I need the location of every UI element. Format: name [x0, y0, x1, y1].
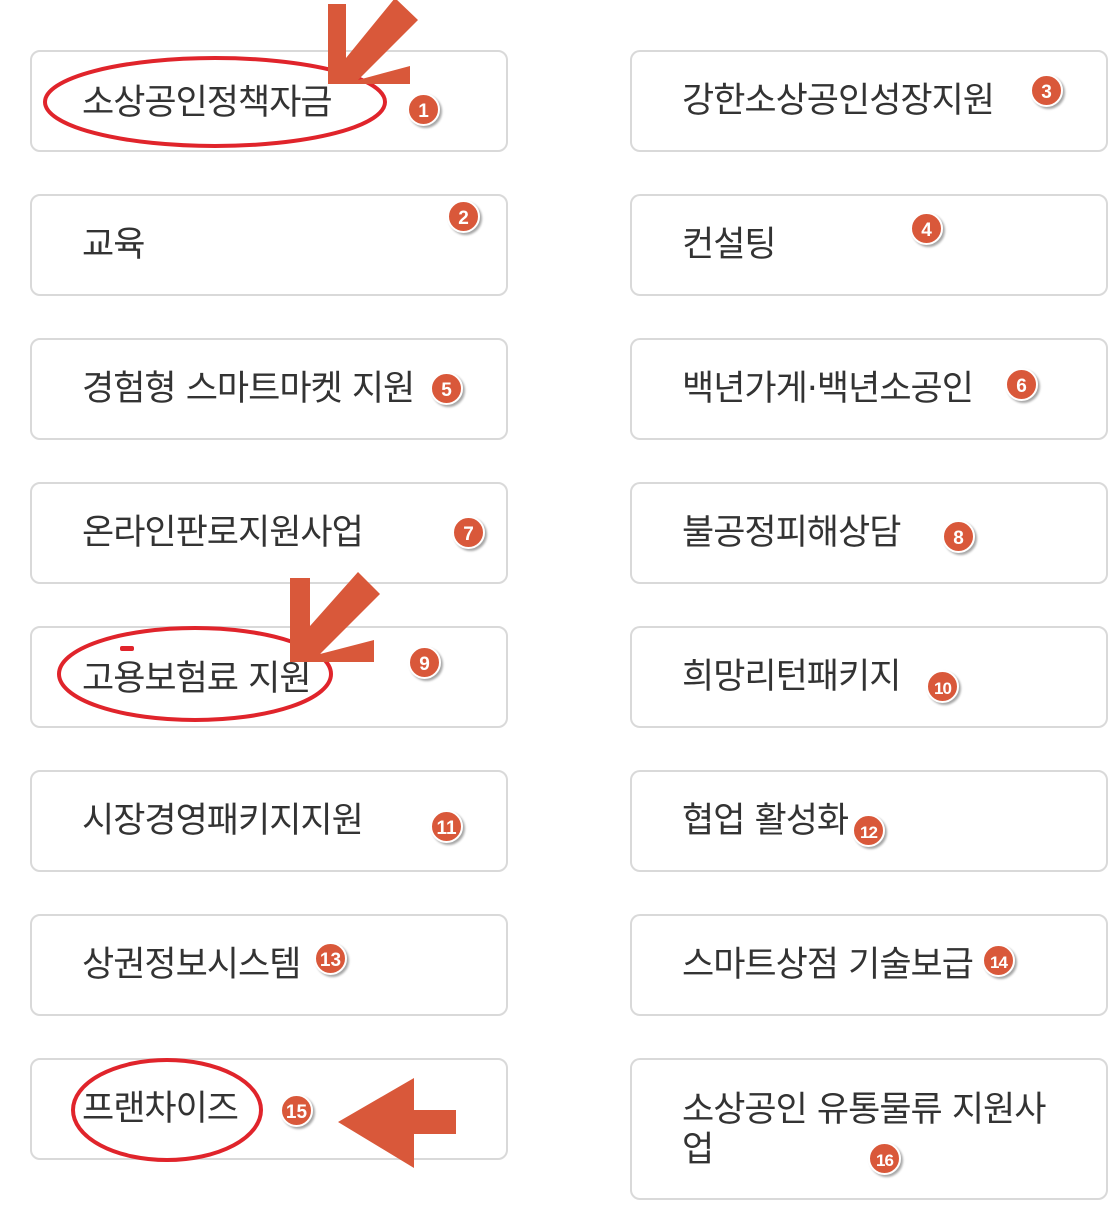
number-badge: 14 — [982, 944, 1015, 977]
number-badge: 6 — [1005, 368, 1038, 401]
menu-item-label: 백년가게·백년소공인 — [682, 369, 974, 409]
menu-item-consulting[interactable]: 컨설팅 4 — [630, 194, 1108, 296]
menu-item-label: 경험형 스마트마켓 지원 — [82, 369, 415, 409]
menu-item-experience-smart-market[interactable]: 경험형 스마트마켓 지원 5 — [30, 338, 508, 440]
number-badge: 4 — [910, 212, 943, 245]
menu-item-strong-business-growth[interactable]: 강한소상공인성장지원 3 — [630, 50, 1108, 152]
number-badge: 15 — [280, 1094, 313, 1127]
menu-item-label: 교육 — [82, 225, 145, 265]
menu-item-label: 상권정보시스템 — [82, 945, 301, 985]
menu-item-market-management[interactable]: 시장경영패키지지원 11 — [30, 770, 508, 872]
menu-item-employment-insurance[interactable]: 고용보험료 지원 9 — [30, 626, 508, 728]
number-badge: 1 — [407, 93, 440, 126]
menu-item-cooperation[interactable]: 협업 활성화 12 — [630, 770, 1108, 872]
menu-item-label: 프랜차이즈 — [82, 1089, 239, 1129]
number-badge: 5 — [430, 372, 463, 405]
menu-item-label: 온라인판로지원사업 — [82, 513, 364, 553]
menu-item-label: 불공정피해상담 — [682, 513, 901, 553]
menu-item-education[interactable]: 교육 2 — [30, 194, 508, 296]
menu-item-centennial-store[interactable]: 백년가게·백년소공인 6 — [630, 338, 1108, 440]
menu-item-label: 시장경영패키지지원 — [82, 801, 364, 841]
menu-item-label: 협업 활성화 — [682, 801, 849, 841]
menu-item-commercial-info[interactable]: 상권정보시스템 13 — [30, 914, 508, 1016]
number-badge: 3 — [1030, 74, 1063, 107]
number-badge: 11 — [430, 810, 463, 843]
number-badge: 10 — [926, 670, 959, 703]
menu-item-unfair-damage-consult[interactable]: 불공정피해상담 8 — [630, 482, 1108, 584]
number-badge: 13 — [314, 942, 347, 975]
menu-item-distribution-logistics[interactable]: 소상공인 유통물류 지원사업 16 — [630, 1058, 1108, 1200]
menu-item-label: 소상공인정책자금 — [82, 83, 333, 123]
menu-item-label: 스마트상점 기술보급 — [682, 945, 974, 985]
number-badge: 12 — [852, 814, 885, 847]
number-badge: 7 — [452, 516, 485, 549]
menu-item-policy-fund[interactable]: 소상공인정책자금 1 — [30, 50, 508, 152]
menu-item-label: 컨설팅 — [682, 225, 777, 265]
annotation-overlay — [43, 0, 456, 1168]
number-badge: 8 — [942, 520, 975, 553]
menu-item-hope-return-package[interactable]: 희망리턴패키지 10 — [630, 626, 1108, 728]
number-badge: 2 — [447, 200, 480, 233]
number-badge: 16 — [868, 1142, 901, 1175]
menu-item-label: 소상공인 유통물류 지원사업 — [682, 1090, 1046, 1170]
number-badge: 9 — [408, 646, 441, 679]
menu-item-label: 강한소상공인성장지원 — [682, 81, 995, 121]
menu-item-smart-store-tech[interactable]: 스마트상점 기술보급 14 — [630, 914, 1108, 1016]
menu-item-label: 고용보험료 지원 — [82, 659, 312, 699]
menu-item-label: 희망리턴패키지 — [682, 657, 901, 697]
menu-item-franchise[interactable]: 프랜차이즈 15 — [30, 1058, 508, 1160]
menu-item-online-sales[interactable]: 온라인판로지원사업 7 — [30, 482, 508, 584]
